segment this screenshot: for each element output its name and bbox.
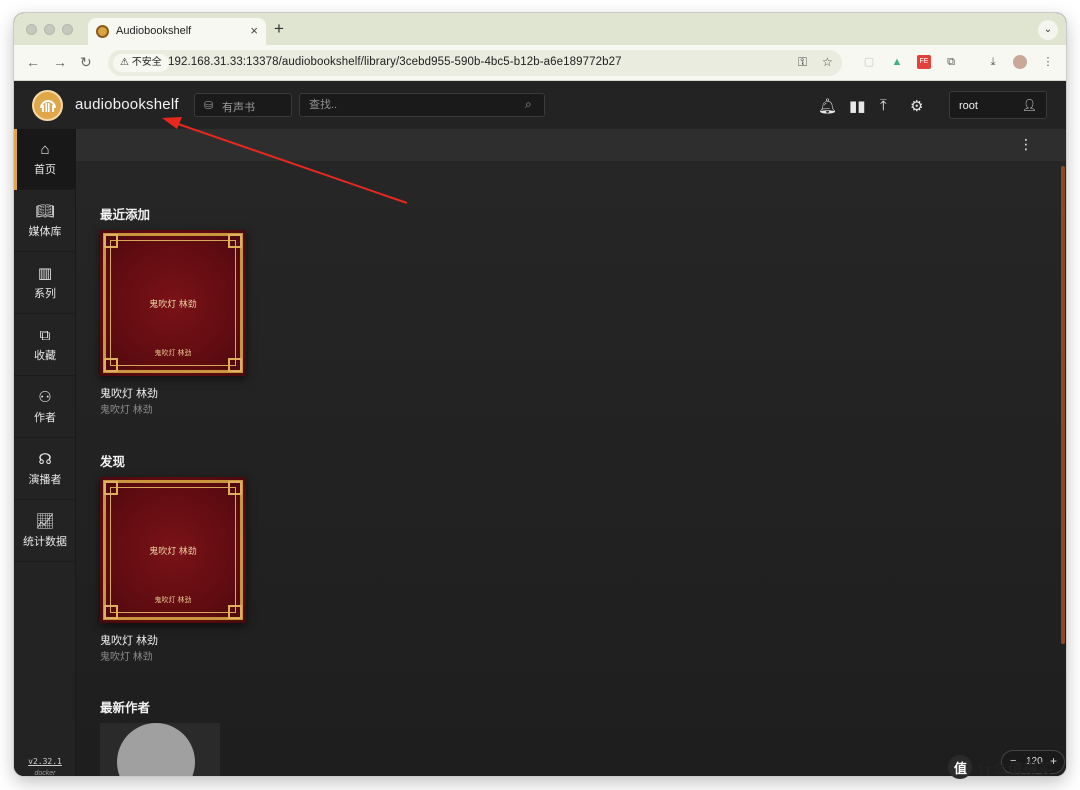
watermark-text: 什么值得买 [978, 761, 1054, 778]
watermark: 值 什么值得买 [948, 753, 1080, 783]
annotation-arrow [162, 117, 408, 204]
watermark-logo-icon: 值 [948, 755, 972, 779]
